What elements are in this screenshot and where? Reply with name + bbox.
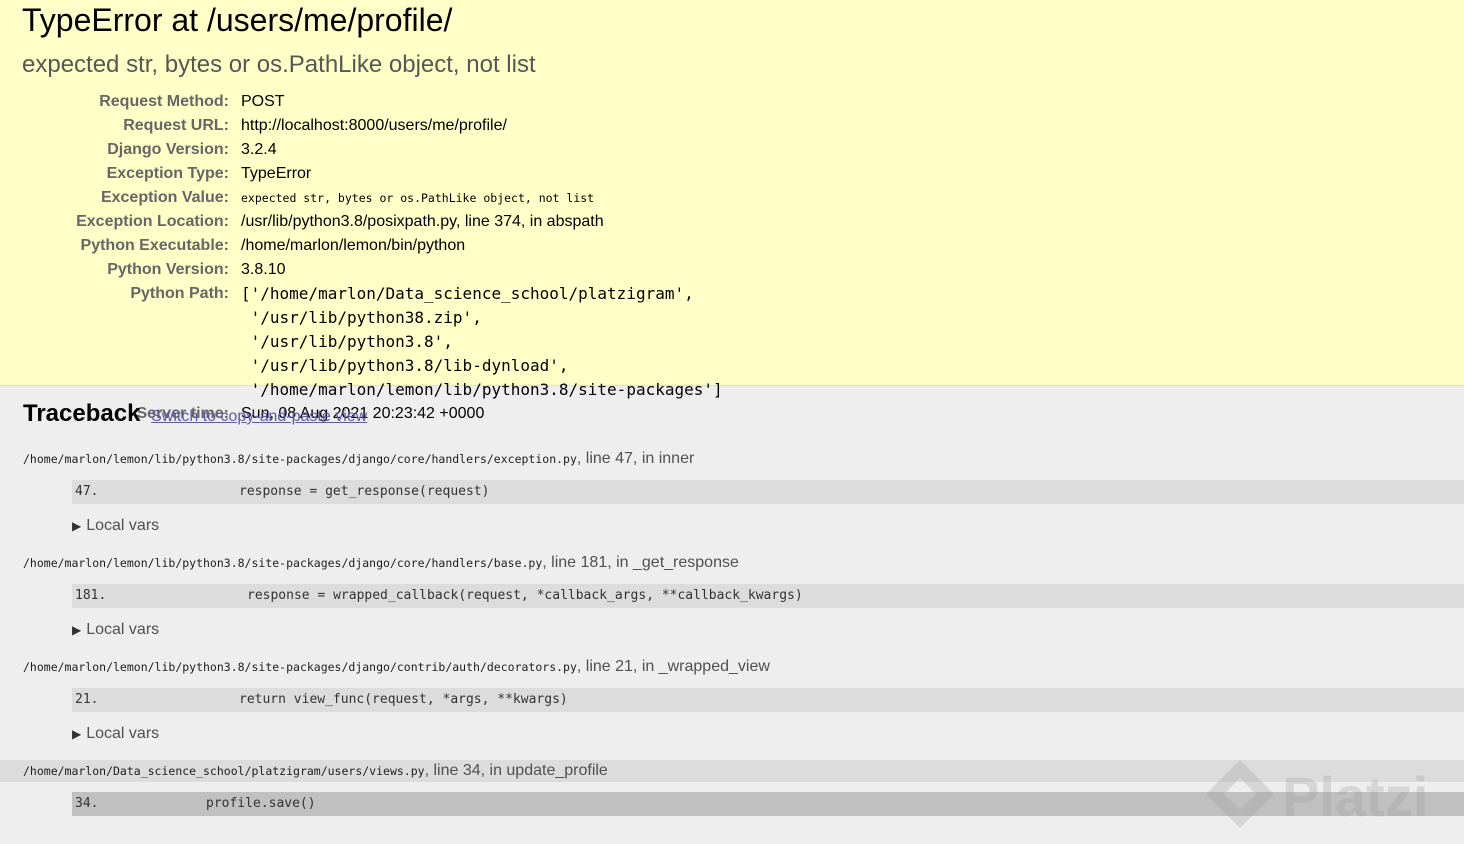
- meta-label: Request Method:: [99, 93, 229, 110]
- error-title: TypeError at /users/me/profile/: [22, 2, 453, 38]
- traceback-frame: /home/marlon/lemon/lib/python3.8/site-pa…: [23, 448, 1464, 537]
- meta-row: Exception Value: expected str, bytes or …: [43, 186, 723, 210]
- frame-line-info: , line 34, in update_profile: [424, 762, 608, 779]
- line-number: 21.: [75, 692, 99, 707]
- code-text: return view_func(request, *args, **kwarg…: [239, 692, 568, 707]
- meta-label: Python Version:: [107, 261, 229, 278]
- code-context-line[interactable]: 181. response = wrapped_callback(request,…: [72, 584, 1464, 608]
- meta-row: Python Executable: /home/marlon/lemon/bi…: [43, 234, 723, 258]
- meta-label: Python Executable:: [80, 237, 229, 254]
- expand-triangle-icon: ▶: [72, 623, 82, 637]
- meta-label: Django Version:: [107, 141, 229, 158]
- frame-file-path: /home/marlon/lemon/lib/python3.8/site-pa…: [23, 660, 577, 674]
- meta-value: TypeError: [241, 165, 312, 182]
- local-vars-label: Local vars: [86, 621, 160, 638]
- meta-value: 3.2.4: [241, 141, 277, 158]
- error-summary: TypeError at /users/me/profile/ expected…: [0, 0, 1464, 422]
- meta-label: Exception Value:: [100, 189, 229, 206]
- local-vars-toggle[interactable]: ▶ Local vars: [72, 515, 1464, 537]
- traceback-frame: /home/marlon/lemon/lib/python3.8/site-pa…: [23, 656, 1464, 745]
- expand-triangle-icon: ▶: [72, 727, 82, 741]
- meta-row: Exception Type: TypeError: [43, 162, 723, 186]
- frame-file-path: /home/marlon/lemon/lib/python3.8/site-pa…: [23, 452, 577, 466]
- line-number: 47.: [75, 484, 99, 499]
- meta-value: http://localhost:8000/users/me/profile/: [241, 117, 507, 134]
- error-subtitle: expected str, bytes or os.PathLike objec…: [22, 51, 536, 78]
- meta-row: Python Path: ['/home/marlon/Data_science…: [43, 282, 723, 402]
- local-vars-label: Local vars: [86, 725, 160, 742]
- traceback-title: Traceback: [23, 400, 141, 427]
- meta-label: Request URL:: [123, 117, 229, 134]
- frame-location: /home/marlon/lemon/lib/python3.8/site-pa…: [23, 656, 1464, 678]
- code-context-line[interactable]: 21. return view_func(request, *args, **kw…: [72, 688, 1464, 712]
- line-number: 181.: [75, 588, 107, 603]
- meta-row: Python Version: 3.8.10: [43, 258, 723, 282]
- meta-label: Exception Type:: [106, 165, 229, 182]
- meta-value: /home/marlon/lemon/bin/python: [241, 237, 466, 254]
- traceback-frame: /home/marlon/lemon/lib/python3.8/site-pa…: [23, 552, 1464, 641]
- switch-view-link[interactable]: Switch to copy-and-paste view: [151, 408, 367, 425]
- meta-label: Python Path:: [130, 285, 229, 302]
- frame-line-info: , line 21, in _wrapped_view: [576, 658, 770, 675]
- meta-label: Exception Location:: [76, 213, 229, 230]
- code-text: response = wrapped_callback(request, *ca…: [247, 588, 803, 603]
- frame-line-info: , line 47, in inner: [576, 450, 695, 467]
- frame-file-path: /home/marlon/lemon/lib/python3.8/site-pa…: [23, 556, 543, 570]
- local-vars-toggle[interactable]: ▶ Local vars: [72, 619, 1464, 641]
- code-text: response = get_response(request): [239, 484, 490, 499]
- frame-line-info: , line 181, in _get_response: [542, 554, 739, 571]
- meta-row: Django Version: 3.2.4: [43, 138, 723, 162]
- frame-location: /home/marlon/Data_science_school/platzig…: [0, 760, 1464, 782]
- frame-location: /home/marlon/lemon/lib/python3.8/site-pa…: [23, 448, 1464, 470]
- meta-value: /usr/lib/python3.8/posixpath.py, line 37…: [241, 210, 723, 234]
- meta-row: Exception Location: /usr/lib/python3.8/p…: [43, 210, 723, 234]
- request-meta-table: Request Method: POST Request URL: http:/…: [43, 90, 723, 426]
- exception-location-path: /usr/lib/python3.8/posixpath.py: [241, 213, 456, 230]
- frame-location: /home/marlon/lemon/lib/python3.8/site-pa…: [23, 552, 1464, 574]
- traceback-section: Traceback Switch to copy-and-paste view …: [0, 386, 1464, 816]
- meta-row: Request Method: POST: [43, 90, 723, 114]
- local-vars-label: Local vars: [86, 517, 160, 534]
- meta-row: Request URL: http://localhost:8000/users…: [43, 114, 723, 138]
- line-number: 34.: [75, 796, 99, 811]
- frame-file-path: /home/marlon/Data_science_school/platzig…: [23, 764, 425, 778]
- traceback-frame-user: /home/marlon/Data_science_school/platzig…: [0, 760, 1464, 816]
- python-path: ['/home/marlon/Data_science_school/platz…: [241, 284, 723, 399]
- meta-value: 3.8.10: [241, 261, 286, 278]
- code-context-line[interactable]: 34. profile.save(): [72, 792, 1464, 816]
- meta-value: POST: [241, 93, 285, 110]
- code-context-line[interactable]: 47. response = get_response(request): [72, 480, 1464, 504]
- exception-value: expected str, bytes or os.PathLike objec…: [241, 191, 595, 205]
- local-vars-toggle[interactable]: ▶ Local vars: [72, 723, 1464, 745]
- exception-location-line: , line 374, in abspath: [455, 213, 604, 230]
- traceback-heading: Traceback Switch to copy-and-paste view: [23, 398, 1464, 433]
- code-text: profile.save(): [206, 796, 316, 811]
- expand-triangle-icon: ▶: [72, 519, 82, 533]
